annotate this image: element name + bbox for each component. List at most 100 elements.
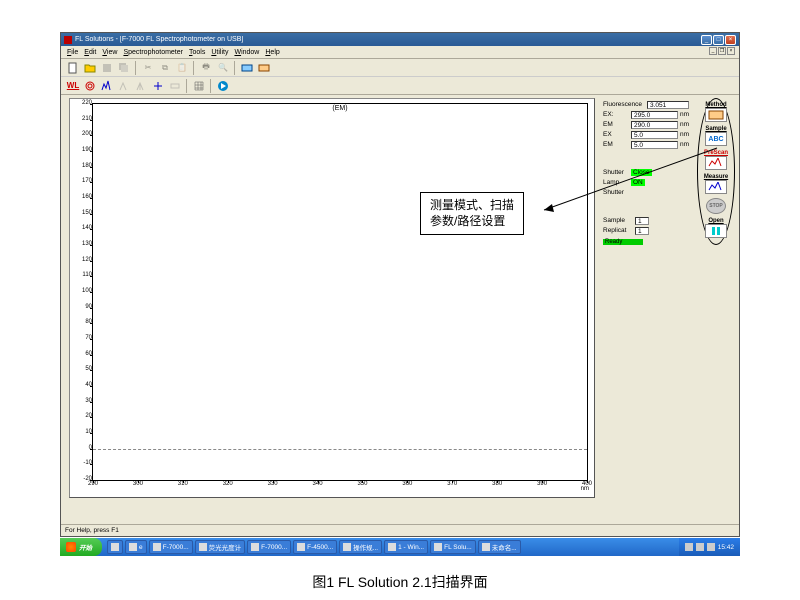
toolbar-spectrum: WL [61, 77, 739, 95]
close-button[interactable]: × [725, 35, 736, 45]
maximize-button[interactable]: □ [713, 35, 724, 45]
y-tick-label: 190 [82, 147, 92, 153]
y-tick-label: 120 [82, 257, 92, 263]
y-tick-label: 170 [82, 178, 92, 184]
y-tick-label: 160 [82, 194, 92, 200]
replicat-label: Replicat [603, 227, 635, 234]
em2-label: EM [603, 141, 631, 148]
taskbar-item[interactable]: 操作规... [339, 540, 382, 554]
tray-icon[interactable] [685, 543, 693, 551]
y-tick-label: 10 [85, 429, 92, 435]
cut-button[interactable]: ✂ [140, 60, 156, 75]
y-tick-label: 150 [82, 210, 92, 216]
start-button[interactable]: 开始 [60, 538, 102, 556]
sample-value: 1 [635, 217, 649, 225]
mdi-minimize[interactable]: _ [709, 47, 717, 55]
new-button[interactable] [65, 60, 81, 75]
em-value: 290.0 [631, 121, 678, 129]
system-tray[interactable]: 15:42 [679, 538, 740, 556]
mdi-controls: _ ❐ × [709, 47, 735, 55]
peaks-button[interactable] [99, 78, 115, 93]
mdi-close[interactable]: × [727, 47, 735, 55]
ex-label: EX: [603, 111, 631, 118]
callout-annotation: 测量模式、扫描 参数/路径设置 [420, 192, 524, 235]
shutter-label: Shutter [603, 169, 631, 176]
target-button[interactable] [82, 78, 98, 93]
paste-button[interactable]: 📋 [174, 60, 190, 75]
tray-icon[interactable] [707, 543, 715, 551]
taskbar-item[interactable]: e [125, 540, 147, 554]
tool-b-button[interactable] [256, 60, 272, 75]
start-icon [66, 542, 76, 552]
ex2-value: 5.0 [631, 131, 678, 139]
stop-button[interactable]: STOP [706, 198, 726, 214]
peak-a-button[interactable] [116, 78, 132, 93]
y-tick-label: 70 [85, 335, 92, 341]
grid-button[interactable] [191, 78, 207, 93]
method-button[interactable] [705, 108, 727, 122]
em-label: EM [603, 121, 631, 128]
y-tick-label: 180 [82, 163, 92, 169]
measure-button[interactable] [705, 180, 727, 194]
em2-value: 5.0 [631, 141, 678, 149]
print-button[interactable]: 🖶 [198, 60, 214, 75]
taskbar-item[interactable]: F-7000... [149, 540, 193, 554]
taskbar-item[interactable]: F-7000... [247, 540, 291, 554]
plot-canvas[interactable]: (EM) nm -20-1001020304050607080901001101… [92, 103, 588, 481]
y-tick-label: 140 [82, 225, 92, 231]
toolbar-main: ✂ ⧉ 📋 🖶 🔍 [61, 59, 739, 77]
sample-label: Sample [603, 217, 635, 224]
menu-window[interactable]: Window [234, 49, 259, 56]
zoom-button[interactable] [150, 78, 166, 93]
menu-view[interactable]: View [102, 49, 117, 56]
open-data-button[interactable] [705, 224, 727, 238]
taskbar-item[interactable]: 荧光光度计 [195, 540, 246, 554]
zero-line [93, 449, 587, 450]
taskbar-item[interactable]: FL Solu... [430, 540, 476, 554]
mdi-restore[interactable]: ❐ [718, 47, 726, 55]
minimize-button[interactable]: _ [701, 35, 712, 45]
menu-tools[interactable]: Tools [189, 49, 205, 56]
copy-button[interactable]: ⧉ [157, 60, 173, 75]
save-button[interactable] [99, 60, 115, 75]
prescan-button[interactable] [705, 156, 727, 170]
taskbar-item[interactable]: 未命名... [478, 540, 521, 554]
menu-spectrophotometer[interactable]: Spectrophotometer [123, 49, 183, 56]
action-buttons: Method SampleABC PreScan Measure STOP Op… [697, 98, 735, 245]
tool-a-button[interactable] [239, 60, 255, 75]
menu-utility[interactable]: Utility [211, 49, 228, 56]
figure-caption: 图1 FL Solution 2.1扫描界面 [0, 572, 800, 592]
save-all-button[interactable] [116, 60, 132, 75]
taskbar-item[interactable]: 1 - Win... [384, 540, 428, 554]
fluor-value: 3.051 [647, 101, 689, 109]
app-icon [64, 36, 72, 44]
y-tick-label: 130 [82, 241, 92, 247]
y-tick-label: 210 [82, 116, 92, 122]
preview-button[interactable]: 🔍 [215, 60, 231, 75]
scale-button[interactable] [167, 78, 183, 93]
menu-file[interactable]: File [67, 49, 78, 56]
app-window: FL Solutions - [F-7000 FL Spectrophotome… [60, 32, 740, 537]
menubar: File Edit View Spectrophotometer Tools U… [61, 46, 739, 59]
content-area: (EM) nm -20-1001020304050607080901001101… [61, 96, 739, 523]
taskbar-item[interactable]: F-4500... [293, 540, 337, 554]
y-tick-label: 30 [85, 398, 92, 404]
peak-b-button[interactable] [133, 78, 149, 93]
wl-button[interactable]: WL [65, 78, 81, 93]
ready-status: Ready [603, 239, 643, 245]
replicat-value: 1 [635, 227, 649, 235]
sample-button[interactable]: ABC [705, 132, 727, 146]
clock: 15:42 [718, 544, 734, 551]
callout-arrow [544, 198, 719, 199]
lamp-value: ON [631, 179, 645, 186]
y-tick-label: 20 [85, 413, 92, 419]
y-tick-label: 100 [82, 288, 92, 294]
quicklaunch[interactable] [107, 540, 123, 554]
menu-help[interactable]: Help [265, 49, 279, 56]
run-button[interactable] [215, 78, 231, 93]
open-button[interactable] [82, 60, 98, 75]
menu-edit[interactable]: Edit [84, 49, 96, 56]
titlebar: FL Solutions - [F-7000 FL Spectrophotome… [61, 33, 739, 46]
window-title: FL Solutions - [F-7000 FL Spectrophotome… [75, 36, 701, 43]
tray-icon[interactable] [696, 543, 704, 551]
